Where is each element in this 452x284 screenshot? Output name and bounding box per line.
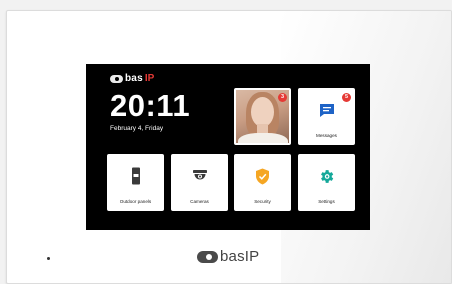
visitor-shoulders (238, 133, 288, 143)
settings-label: Settings (318, 199, 335, 204)
clock-time: 20:11 (110, 88, 191, 123)
display-screen: bas IP 20:11 February 4, Friday 3 Messag… (86, 64, 370, 230)
cameras-tile[interactable]: Cameras (171, 154, 228, 211)
cameras-label: Cameras (190, 199, 209, 204)
logo-accent-text: IP (144, 73, 155, 84)
outdoor-panels-tile[interactable]: Outdoor panels (107, 154, 164, 211)
shield-icon (234, 168, 291, 185)
device-logo-text: basIP (220, 248, 260, 265)
message-icon (298, 103, 355, 118)
settings-tile[interactable]: Settings (298, 154, 355, 211)
device-logo: basIP (197, 248, 259, 265)
visitor-face (251, 97, 274, 127)
indicator-dot (47, 257, 50, 260)
logo-mark-icon (110, 74, 123, 83)
camera-icon (171, 169, 228, 183)
device-logo-mark-icon (197, 250, 218, 263)
security-label: Security (254, 199, 271, 204)
outdoor-panel-icon (107, 167, 164, 185)
gear-icon (298, 168, 355, 185)
photo-badge: 3 (278, 93, 287, 102)
messages-badge: 5 (342, 93, 351, 102)
outdoor-panels-label: Outdoor panels (119, 199, 152, 204)
security-tile[interactable]: Security (234, 154, 291, 211)
logo-text: bas (125, 73, 143, 84)
screen-logo: bas IP (110, 73, 154, 84)
clock-date: February 4, Friday (110, 125, 164, 132)
messages-label: Messages (316, 133, 337, 138)
